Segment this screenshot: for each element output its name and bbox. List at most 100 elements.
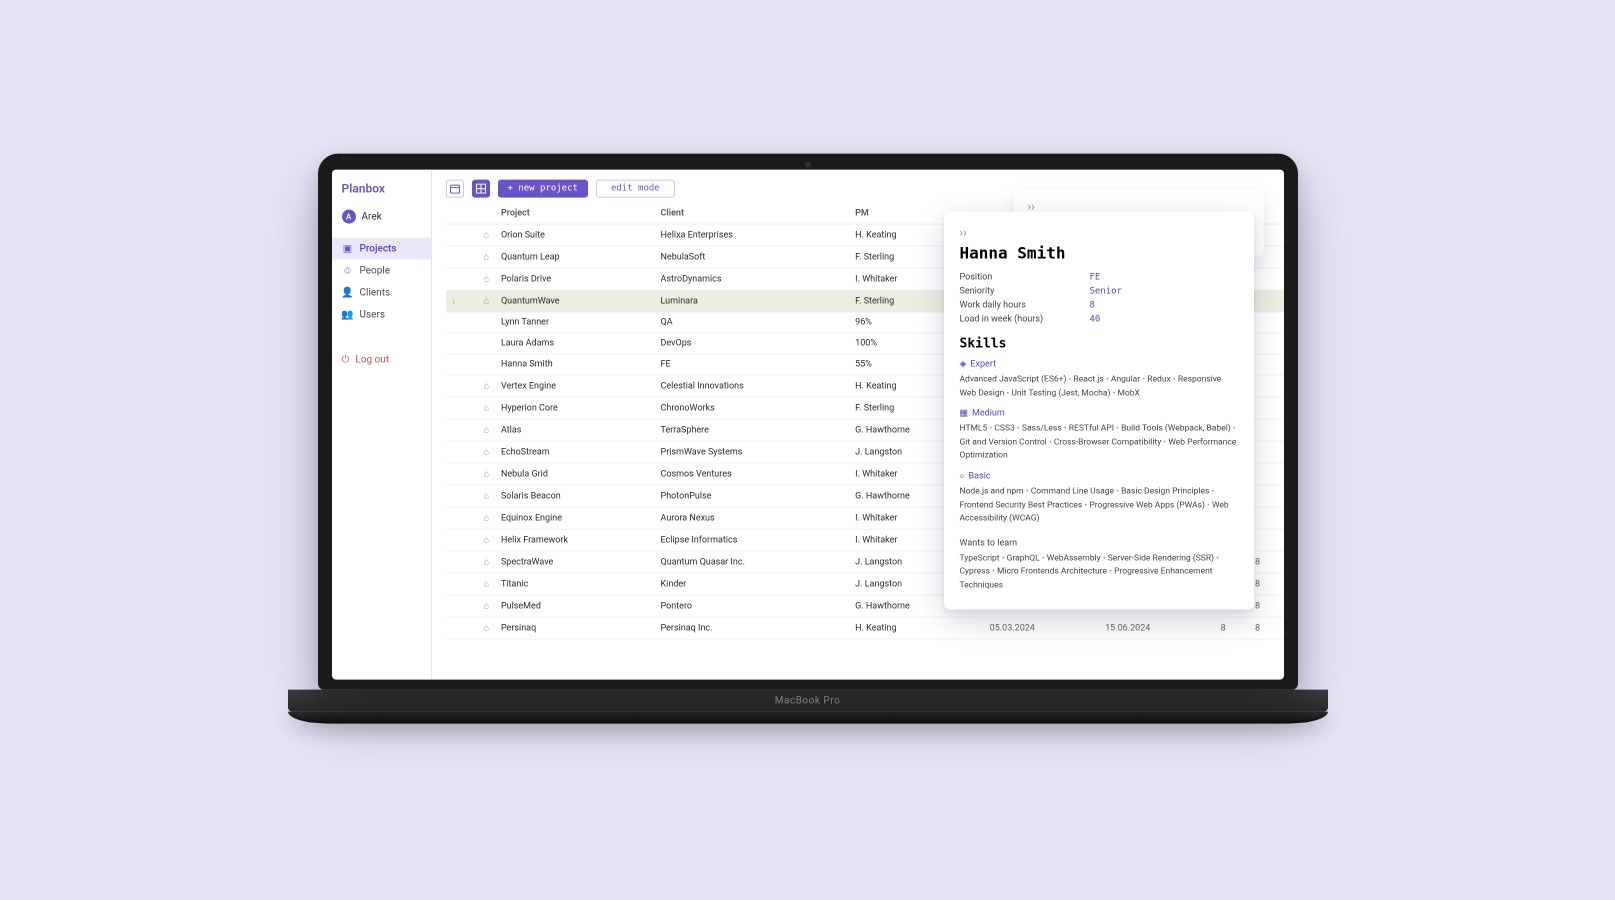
skill-tag: GraphQL bbox=[1007, 553, 1047, 563]
row-type-icon: ⌂ bbox=[478, 485, 495, 507]
cell-client: NebulaSoft bbox=[655, 246, 850, 268]
collapse-icon[interactable]: ›› bbox=[960, 226, 1238, 240]
cell-project: Helix Framework bbox=[495, 529, 655, 551]
cell-client: PhotonPulse bbox=[655, 485, 850, 507]
cell-n2: 8 bbox=[1249, 617, 1283, 639]
cell-client: QA bbox=[655, 312, 850, 333]
cell-n2: 8 bbox=[1249, 551, 1283, 573]
cell-client: Quantum Quasar Inc. bbox=[655, 551, 850, 573]
cell-n2 bbox=[1249, 397, 1283, 419]
skill-tag: Command Line Usage bbox=[1031, 487, 1121, 497]
laptop-base: MacBook Pro bbox=[288, 690, 1328, 712]
people-icon: ☺ bbox=[342, 265, 354, 277]
skill-level-expert: ◈Expert bbox=[960, 360, 1238, 370]
cell-n2 bbox=[1249, 507, 1283, 529]
expand-arrow-icon[interactable]: ↓ bbox=[446, 290, 478, 312]
view-toggle-calendar[interactable] bbox=[446, 180, 464, 198]
sidebar-item-people[interactable]: ☺ People bbox=[332, 260, 431, 282]
logout-button[interactable]: ⏻ Log out bbox=[332, 350, 431, 371]
search-icon: ⌕ bbox=[960, 472, 965, 482]
skills-heading: Skills bbox=[960, 337, 1238, 352]
cell-client: Aurora Nexus bbox=[655, 507, 850, 529]
expand-arrow-icon bbox=[446, 397, 478, 419]
cell-client: Celestial Innovations bbox=[655, 375, 850, 397]
expand-arrow-icon bbox=[446, 595, 478, 617]
sidebar: Planbox A Arek ▣ Projects ☺ People bbox=[332, 170, 432, 680]
sidebar-item-label: Users bbox=[360, 309, 386, 320]
cell-client: PrismWave Systems bbox=[655, 441, 850, 463]
cell-client: Helixa Enterprises bbox=[655, 224, 850, 246]
expand-arrow-icon bbox=[446, 333, 478, 354]
cell-client: TerraSphere bbox=[655, 419, 850, 441]
expand-arrow-icon bbox=[446, 441, 478, 463]
cell-n1: 8 bbox=[1215, 617, 1249, 639]
logout-icon: ⏻ bbox=[342, 355, 350, 366]
cell-project: Vertex Engine bbox=[495, 375, 655, 397]
cell-project: SpectraWave bbox=[495, 551, 655, 573]
table-icon bbox=[476, 184, 486, 194]
view-toggle-table[interactable] bbox=[472, 180, 490, 198]
skill-tag: MobX bbox=[1118, 388, 1140, 398]
row-type-icon: ⌂ bbox=[478, 551, 495, 573]
row-type-icon: ⌂ bbox=[478, 290, 495, 312]
square-icon: ▦ bbox=[960, 409, 969, 419]
skill-tag: Basic Design Principles bbox=[1121, 487, 1214, 497]
projects-icon: ▣ bbox=[342, 243, 354, 255]
cell-project: Lynn Tanner bbox=[495, 312, 655, 333]
cell-project: Titanic bbox=[495, 573, 655, 595]
cell-project: Laura Adams bbox=[495, 333, 655, 354]
cell-client: Persinaq Inc. bbox=[655, 617, 850, 639]
expand-arrow-icon bbox=[446, 354, 478, 375]
brand-logo: Planbox bbox=[332, 178, 431, 206]
skill-level-medium: ▦Medium bbox=[960, 409, 1238, 419]
row-type-icon: ⌂ bbox=[478, 529, 495, 551]
row-type-icon: ⌂ bbox=[478, 573, 495, 595]
col-client[interactable]: Client bbox=[655, 204, 850, 225]
sidebar-item-label: Clients bbox=[360, 287, 391, 298]
sidebar-item-users[interactable]: 👥 Users bbox=[332, 304, 431, 326]
edit-mode-button[interactable]: edit mode bbox=[596, 180, 675, 198]
skill-tag: CSS3 bbox=[994, 424, 1022, 434]
cell-n2 bbox=[1249, 529, 1283, 551]
row-type-icon: ⌂ bbox=[478, 507, 495, 529]
cell-client: Kinder bbox=[655, 573, 850, 595]
row-type-icon bbox=[478, 312, 495, 333]
row-type-icon: ⌂ bbox=[478, 463, 495, 485]
row-type-icon bbox=[478, 354, 495, 375]
table-row[interactable]: ⌂PersinaqPersinaq Inc.H. Keating05.03.20… bbox=[446, 617, 1284, 639]
new-project-button[interactable]: + new project bbox=[498, 180, 588, 198]
skill-tag: Git and Version Control bbox=[960, 437, 1054, 447]
skill-tag: Node.js and npm bbox=[960, 487, 1031, 497]
sidebar-item-projects[interactable]: ▣ Projects bbox=[332, 238, 431, 260]
row-type-icon: ⌂ bbox=[478, 224, 495, 246]
row-type-icon bbox=[478, 333, 495, 354]
current-user[interactable]: A Arek bbox=[332, 206, 431, 234]
row-type-icon: ⌂ bbox=[478, 595, 495, 617]
col-project[interactable]: Project bbox=[495, 204, 655, 225]
field-label: Seniority bbox=[960, 287, 1090, 297]
cell-project: Quantum Leap bbox=[495, 246, 655, 268]
skill-tag: HTML5 bbox=[960, 424, 995, 434]
cell-client: Eclipse Informatics bbox=[655, 529, 850, 551]
field-value: 40 bbox=[1090, 315, 1101, 325]
sidebar-item-clients[interactable]: 👤 Clients bbox=[332, 282, 431, 304]
cell-project: Equinox Engine bbox=[495, 507, 655, 529]
field-label: Position bbox=[960, 273, 1090, 283]
expand-arrow-icon bbox=[446, 312, 478, 333]
cell-n2 bbox=[1249, 485, 1283, 507]
cell-project: Nebula Grid bbox=[495, 463, 655, 485]
expand-arrow-icon bbox=[446, 463, 478, 485]
skill-tag: Build Tools (Webpack, Babel) bbox=[1121, 424, 1236, 434]
skill-tag: Sass/Less bbox=[1022, 424, 1069, 434]
cell-n2 bbox=[1249, 268, 1283, 290]
cell-project: EchoStream bbox=[495, 441, 655, 463]
row-type-icon: ⌂ bbox=[478, 375, 495, 397]
cell-pm: H. Keating bbox=[849, 617, 984, 639]
cell-project: Hyperion Core bbox=[495, 397, 655, 419]
expand-arrow-icon bbox=[446, 485, 478, 507]
users-icon: 👥 bbox=[342, 309, 354, 321]
skill-tag: Cypress bbox=[960, 567, 998, 577]
cell-n2 bbox=[1249, 441, 1283, 463]
cell-n2 bbox=[1249, 333, 1283, 354]
skill-tag: Cross-Browser Compatibility bbox=[1054, 437, 1168, 447]
